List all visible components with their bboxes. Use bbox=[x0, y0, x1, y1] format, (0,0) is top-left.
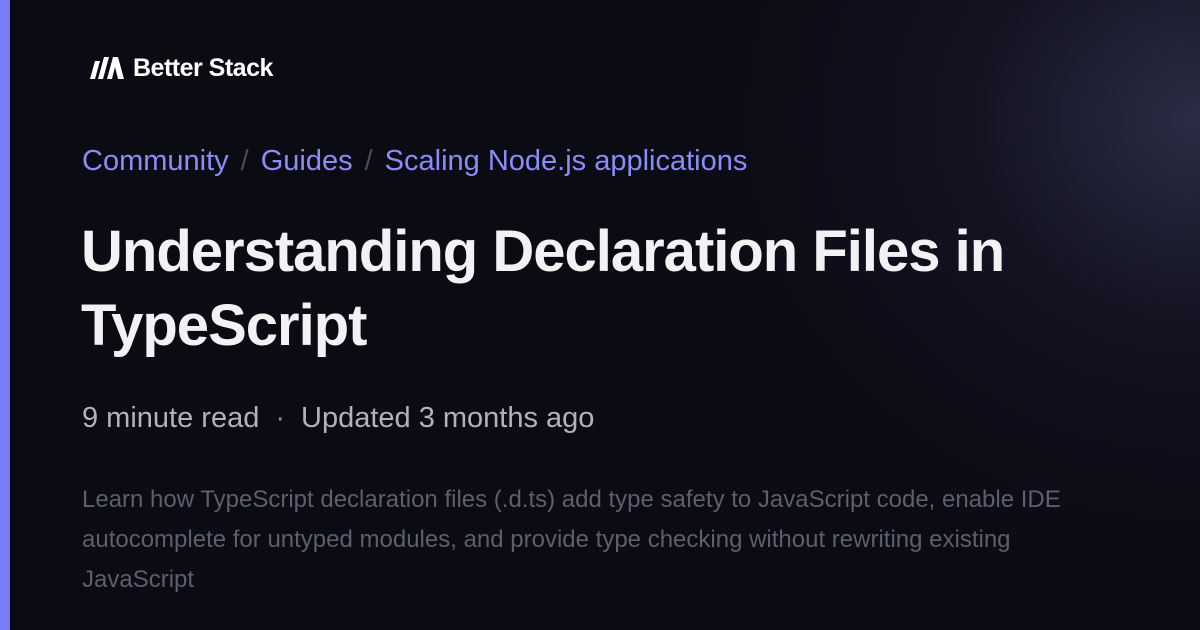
breadcrumb: Community / Guides / Scaling Node.js applica… bbox=[82, 142, 747, 180]
article-description: Learn how TypeScript declaration files (… bbox=[82, 486, 1061, 593]
brand-name: Better Stack bbox=[133, 53, 273, 82]
brand-logo[interactable]: Better Stack bbox=[90, 54, 273, 82]
updated-time: Updated 3 months ago bbox=[301, 402, 595, 434]
breadcrumb-separator: / bbox=[240, 145, 249, 177]
og-card: Better Stack Community / Guides / Scaling No… bbox=[0, 0, 1200, 630]
meta-separator: · bbox=[275, 402, 285, 434]
breadcrumb-item-scaling-nodejs[interactable]: Scaling Node.js applications bbox=[385, 145, 748, 177]
better-stack-logo-icon bbox=[90, 57, 124, 79]
read-time: 9 minute read bbox=[82, 402, 260, 434]
breadcrumb-separator: / bbox=[364, 145, 373, 177]
accent-bar bbox=[0, 0, 10, 630]
article-meta: 9 minute read · Updated 3 months ago bbox=[82, 398, 594, 438]
breadcrumb-item-community[interactable]: Community bbox=[82, 145, 229, 177]
breadcrumb-item-guides[interactable]: Guides bbox=[261, 145, 353, 177]
article-title: Understanding Declaration Files in TypeS… bbox=[81, 219, 1005, 358]
